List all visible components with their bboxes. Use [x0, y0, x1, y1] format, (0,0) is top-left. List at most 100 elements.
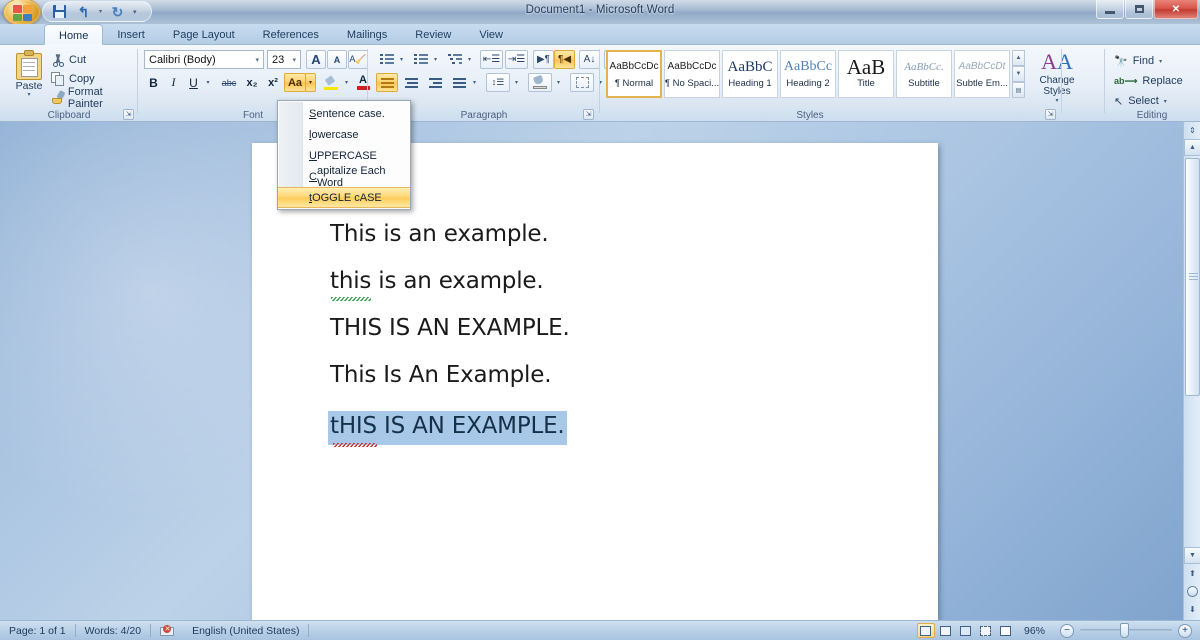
style-title[interactable]: AaB Title: [838, 50, 894, 98]
menu-item-toggle-case[interactable]: t OGGLE cASE: [278, 187, 410, 208]
tab-insert[interactable]: Insert: [103, 24, 159, 45]
close-button[interactable]: ✕: [1154, 0, 1198, 19]
select-button[interactable]: ↖ Select ▾: [1114, 92, 1167, 110]
tab-view[interactable]: View: [465, 24, 517, 45]
web-layout-view-button[interactable]: [957, 623, 975, 638]
zoom-slider-thumb[interactable]: [1120, 623, 1129, 638]
find-dropdown-icon[interactable]: ▾: [1159, 58, 1162, 65]
shading-dropdown-icon[interactable]: ▾: [553, 73, 564, 92]
right-to-left-text-icon[interactable]: ¶◀: [554, 50, 575, 69]
format-painter-button[interactable]: Format Painter: [48, 86, 138, 110]
change-case-dropdown-icon[interactable]: ▾: [305, 73, 316, 92]
font-name-input[interactable]: Calibri (Body) ▾: [144, 50, 264, 69]
document-line-5[interactable]: tHIS IS AN EXAMPLE.: [328, 411, 567, 445]
change-case-button[interactable]: Aa: [284, 73, 306, 92]
copy-button[interactable]: Copy: [48, 70, 98, 87]
menu-item-uppercase[interactable]: U PPERCASE: [278, 145, 410, 166]
left-to-right-text-icon[interactable]: ▶¶: [533, 50, 554, 69]
document-page[interactable]: This is an example. this is an example. …: [252, 143, 938, 620]
scroll-down-icon[interactable]: ▼: [1184, 547, 1200, 564]
align-left-icon[interactable]: [376, 73, 398, 92]
strikethrough-button[interactable]: abc: [218, 73, 240, 92]
underline-dropdown-icon[interactable]: ▾: [202, 73, 214, 92]
styles-scroll-down-icon[interactable]: ▼: [1012, 66, 1025, 82]
menu-item-sentence-case[interactable]: Sentence case.: [278, 103, 410, 124]
style-heading-1[interactable]: AaBbC Heading 1: [722, 50, 778, 98]
document-line-1[interactable]: This is an example.: [330, 221, 549, 247]
bullets-icon[interactable]: [376, 50, 397, 69]
replace-button[interactable]: ab⟶ Replace: [1114, 72, 1183, 90]
scrollbar-thumb[interactable]: [1185, 158, 1200, 396]
split-view-icon[interactable]: ⇕: [1184, 122, 1200, 139]
office-button[interactable]: [3, 0, 41, 24]
decrease-indent-icon[interactable]: ⇤☰: [480, 50, 503, 69]
zoom-slider-track[interactable]: [1080, 623, 1172, 638]
tab-mailings[interactable]: Mailings: [333, 24, 401, 45]
print-layout-view-button[interactable]: [916, 623, 935, 638]
numbering-icon[interactable]: [410, 50, 431, 69]
sort-icon[interactable]: A↓: [579, 50, 600, 69]
cut-button[interactable]: Cut: [48, 51, 89, 68]
menu-item-lowercase[interactable]: l owercase: [278, 124, 410, 145]
tab-page-layout[interactable]: Page Layout: [159, 24, 249, 45]
text-highlight-color-button[interactable]: [320, 73, 342, 92]
scroll-up-icon[interactable]: ▲: [1184, 139, 1200, 156]
bold-button[interactable]: B: [144, 73, 163, 92]
align-right-icon[interactable]: [424, 73, 446, 92]
zoom-slider[interactable]: − +: [1054, 623, 1200, 638]
document-line-2[interactable]: this is an example.: [330, 268, 544, 294]
save-icon[interactable]: [51, 4, 68, 20]
superscript-button[interactable]: x²: [263, 73, 283, 92]
borders-icon[interactable]: [570, 73, 594, 92]
line-spacing-icon[interactable]: ↕☰: [486, 73, 510, 92]
paste-button[interactable]: Paste ▾: [8, 49, 50, 103]
minimize-button[interactable]: [1096, 0, 1124, 19]
text-highlight-dropdown-icon[interactable]: ▾: [341, 73, 352, 92]
previous-page-icon[interactable]: ⬆: [1184, 565, 1200, 582]
line-spacing-dropdown-icon[interactable]: ▾: [511, 73, 522, 92]
maximize-button[interactable]: [1125, 0, 1153, 19]
font-size-input[interactable]: 23 ▾: [267, 50, 301, 69]
styles-dialog-launcher[interactable]: ⇲: [1045, 109, 1056, 120]
language-indicator[interactable]: English (United States): [183, 621, 308, 640]
paragraph-dialog-launcher[interactable]: ⇲: [583, 109, 594, 120]
find-button[interactable]: 🔭 Find ▾: [1114, 52, 1162, 70]
undo-dropdown-icon[interactable]: ▾: [99, 8, 102, 15]
shading-icon[interactable]: [528, 73, 552, 92]
font-name-dropdown-icon[interactable]: ▾: [255, 56, 263, 64]
tab-references[interactable]: References: [249, 24, 333, 45]
zoom-out-button[interactable]: −: [1060, 623, 1074, 638]
next-page-icon[interactable]: ⬇: [1184, 601, 1200, 618]
clear-formatting-button[interactable]: A🧹: [348, 50, 368, 69]
underline-button[interactable]: U: [184, 73, 203, 92]
zoom-in-button[interactable]: +: [1178, 623, 1192, 638]
styles-gallery-more-icon[interactable]: ▤: [1012, 82, 1025, 98]
draft-view-button[interactable]: [997, 623, 1015, 638]
justify-dropdown-icon[interactable]: ▾: [469, 73, 480, 92]
page-indicator[interactable]: Page: 1 of 1: [0, 621, 75, 640]
italic-button[interactable]: I: [164, 73, 183, 92]
tab-home[interactable]: Home: [44, 24, 104, 45]
document-line-3[interactable]: THIS IS AN EXAMPLE.: [330, 315, 570, 341]
undo-icon[interactable]: ↰: [75, 4, 92, 20]
multilevel-list-dropdown-icon[interactable]: ▾: [464, 50, 475, 69]
document-line-4[interactable]: This Is An Example.: [330, 362, 552, 388]
outline-view-button[interactable]: [977, 623, 995, 638]
vertical-scrollbar[interactable]: ⇕ ▲ ▼ ⬆ ⬇: [1183, 122, 1200, 620]
bullets-dropdown-icon[interactable]: ▾: [396, 50, 407, 69]
select-dropdown-icon[interactable]: ▾: [1164, 98, 1167, 105]
customize-quick-access-toolbar-icon[interactable]: ▾: [133, 8, 137, 16]
style-subtle-emphasis[interactable]: AaBbCcDt Subtle Em...: [954, 50, 1010, 98]
proofing-errors-icon[interactable]: ✕: [151, 621, 183, 640]
style-normal[interactable]: AaBbCcDc ¶ Normal: [606, 50, 662, 98]
menu-item-capitalize-each-word[interactable]: Capitalize Each Word: [278, 165, 410, 189]
paste-dropdown-icon[interactable]: ▾: [27, 92, 30, 98]
change-styles-dropdown-icon[interactable]: ▾: [1055, 97, 1058, 104]
font-size-dropdown-icon[interactable]: ▾: [292, 56, 300, 64]
redo-icon[interactable]: ↻: [109, 4, 126, 20]
increase-indent-icon[interactable]: ⇥☰: [505, 50, 528, 69]
clipboard-dialog-launcher[interactable]: ⇲: [123, 109, 134, 120]
multilevel-list-icon[interactable]: [444, 50, 465, 69]
subscript-button[interactable]: x₂: [242, 73, 262, 92]
numbering-dropdown-icon[interactable]: ▾: [430, 50, 441, 69]
